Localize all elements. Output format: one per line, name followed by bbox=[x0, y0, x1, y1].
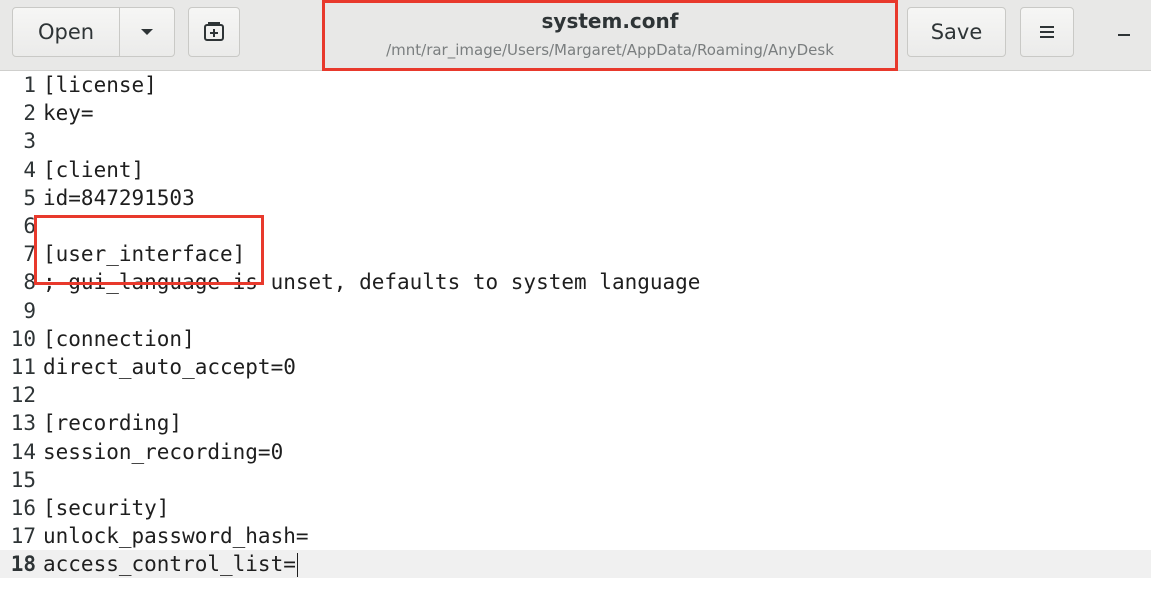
editor-line[interactable]: 11 direct_auto_accept=0 bbox=[0, 353, 1151, 381]
save-button-label: Save bbox=[930, 20, 983, 44]
line-text: [security] bbox=[43, 496, 170, 520]
line-number: 13 bbox=[10, 411, 36, 436]
hamburger-menu-button[interactable] bbox=[1020, 7, 1074, 57]
line-number: 10 bbox=[10, 326, 36, 351]
annotation-highlight-box bbox=[34, 215, 264, 285]
line-number: 8 bbox=[23, 270, 36, 295]
line-number: 16 bbox=[10, 496, 36, 520]
line-text: [client] bbox=[43, 157, 145, 182]
editor-line[interactable]: 18 access_control_list= bbox=[0, 550, 1151, 579]
header-bar: Open system.conf /mnt/rar_image/Users/Ma… bbox=[0, 0, 1151, 71]
hamburger-menu-icon bbox=[1040, 26, 1054, 38]
line-text: [recording] bbox=[43, 411, 183, 436]
line-number: 1 bbox=[23, 73, 36, 97]
window-subtitle-path: /mnt/rar_image/Users/Margaret/AppData/Ro… bbox=[386, 41, 834, 59]
new-document-icon bbox=[204, 22, 224, 41]
line-number: 17 bbox=[10, 524, 36, 549]
line-text: direct_auto_accept=0 bbox=[43, 355, 296, 379]
line-text: access_control_list= bbox=[43, 552, 298, 578]
editor-line[interactable]: 5 id=847291503 bbox=[0, 184, 1151, 212]
line-number: 9 bbox=[23, 298, 36, 323]
line-number: 3 bbox=[23, 129, 36, 154]
line-number: 14 bbox=[10, 439, 36, 464]
line-number: 11 bbox=[10, 355, 36, 379]
editor-line[interactable]: 17 unlock_password_hash= bbox=[0, 522, 1151, 550]
line-number: 2 bbox=[23, 101, 36, 126]
open-button[interactable]: Open bbox=[12, 7, 120, 57]
editor-line[interactable]: 13 [recording] bbox=[0, 409, 1151, 437]
editor-line[interactable]: 10 [connection] bbox=[0, 325, 1151, 353]
editor-line[interactable]: 16 [security] bbox=[0, 494, 1151, 522]
line-number: 4 bbox=[23, 157, 36, 182]
save-button[interactable]: Save bbox=[907, 7, 1006, 57]
line-text: [connection] bbox=[43, 326, 195, 351]
editor-line[interactable]: 15 bbox=[0, 466, 1151, 494]
line-text: id=847291503 bbox=[43, 185, 195, 210]
open-menu-button[interactable] bbox=[119, 7, 175, 57]
line-number: 15 bbox=[10, 467, 36, 492]
editor-line[interactable]: 2 key= bbox=[0, 99, 1151, 127]
editor-line[interactable]: 1 [license] bbox=[0, 71, 1151, 99]
line-number: 5 bbox=[23, 185, 36, 210]
editor-line[interactable]: 14 session_recording=0 bbox=[0, 438, 1151, 466]
line-number: 7 bbox=[23, 242, 36, 267]
text-caret bbox=[296, 553, 298, 578]
text-editor[interactable]: 1 [license] 2 key= 3 4 [client] 5 id=847291503 6 7… bbox=[0, 71, 1151, 599]
open-button-label: Open bbox=[37, 20, 95, 44]
line-text: session_recording=0 bbox=[43, 439, 284, 464]
editor-line[interactable]: 4 [client] bbox=[0, 156, 1151, 184]
new-document-button[interactable] bbox=[188, 7, 240, 57]
line-number: 6 bbox=[23, 214, 36, 238]
line-text: unlock_password_hash= bbox=[43, 524, 309, 549]
editor-line[interactable]: 9 bbox=[0, 297, 1151, 325]
line-number: 12 bbox=[10, 383, 36, 408]
title-area: system.conf /mnt/rar_image/Users/Margare… bbox=[322, 0, 898, 71]
editor-line[interactable]: 3 bbox=[0, 127, 1151, 155]
line-number: 18 bbox=[10, 552, 36, 577]
line-text: [license] bbox=[43, 73, 157, 97]
chevron-down-icon bbox=[141, 29, 153, 35]
window-title: system.conf bbox=[541, 9, 679, 33]
line-text: key= bbox=[43, 101, 94, 126]
minimize-button[interactable] bbox=[1097, 7, 1151, 57]
minimize-icon bbox=[1118, 34, 1130, 36]
editor-line[interactable]: 12 bbox=[0, 381, 1151, 409]
